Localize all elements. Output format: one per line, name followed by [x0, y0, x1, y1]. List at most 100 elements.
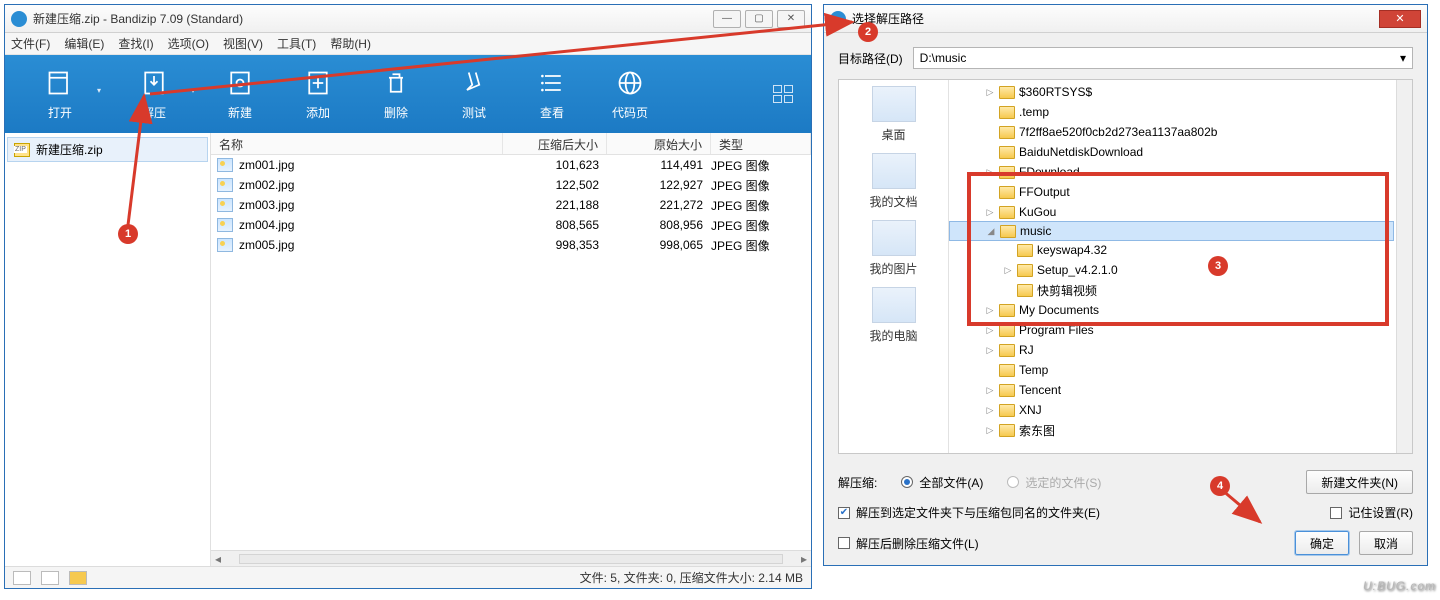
dialog-titlebar[interactable]: 选择解压路径 ✕	[824, 5, 1427, 33]
tree-node[interactable]: ◢music	[949, 221, 1394, 241]
tree-node[interactable]: keyswap4.32	[949, 240, 1412, 260]
folder-tree[interactable]: ▷$360RTSYS$.temp7f2ff8ae520f0cb2d273ea11…	[949, 80, 1412, 453]
check-delete-after[interactable]: 解压后删除压缩文件(L)	[838, 535, 979, 552]
table-row[interactable]: zm002.jpg122,502122,927JPEG 图像	[211, 175, 811, 195]
zip-icon	[14, 143, 30, 157]
close-button[interactable]: ✕	[777, 10, 805, 28]
expand-icon[interactable]: ▷	[985, 87, 995, 98]
new-folder-button[interactable]: 新建文件夹(N)	[1306, 470, 1413, 494]
folder-icon	[999, 384, 1015, 397]
folder-icon	[999, 126, 1015, 139]
check-remember[interactable]: 记住设置(R)	[1330, 504, 1413, 521]
new-button[interactable]: 新建	[201, 68, 279, 121]
menu-help[interactable]: 帮助(H)	[330, 35, 371, 52]
expand-icon[interactable]: ▷	[985, 425, 995, 436]
tree-node[interactable]: ▷Setup_v4.2.1.0	[949, 260, 1412, 280]
folder-icon	[999, 344, 1015, 357]
tree-node[interactable]: FFOutput	[949, 182, 1412, 202]
table-row[interactable]: zm003.jpg221,188221,272JPEG 图像	[211, 195, 811, 215]
menu-file[interactable]: 文件(F)	[11, 35, 50, 52]
status-icon[interactable]	[41, 571, 59, 585]
check-same-name-folder[interactable]: ✔解压到选定文件夹下与压缩包同名的文件夹(E)	[838, 504, 1100, 521]
horizontal-scrollbar[interactable]: ◂▸	[211, 550, 811, 566]
table-row[interactable]: zm001.jpg101,623114,491JPEG 图像	[211, 155, 811, 175]
status-icon[interactable]	[13, 571, 31, 585]
tree-node[interactable]: ▷My Documents	[949, 300, 1412, 320]
expand-icon[interactable]: ▷	[985, 207, 995, 218]
menu-options[interactable]: 选项(O)	[168, 35, 209, 52]
documents-icon	[872, 153, 916, 189]
view-button[interactable]: 查看	[513, 68, 591, 121]
table-row[interactable]: zm005.jpg998,353998,065JPEG 图像	[211, 235, 811, 255]
test-button[interactable]: 测试	[435, 68, 513, 121]
menu-find[interactable]: 查找(I)	[118, 35, 153, 52]
radio-all-files[interactable]: 全部文件(A)	[901, 474, 983, 491]
expand-icon[interactable]: ▷	[985, 405, 995, 416]
cancel-button[interactable]: 取消	[1359, 531, 1413, 555]
tree-node[interactable]: ▷KuGou	[949, 202, 1412, 222]
expand-icon[interactable]: ▷	[985, 305, 995, 316]
delete-button[interactable]: 删除	[357, 68, 435, 121]
folder-icon	[999, 106, 1015, 119]
computer-icon	[872, 287, 916, 323]
tree-node[interactable]: 7f2ff8ae520f0cb2d273ea1137aa802b	[949, 122, 1412, 142]
app-icon	[11, 11, 27, 27]
open-button[interactable]: ▾ 打开	[13, 68, 107, 121]
expand-icon[interactable]: ▷	[985, 325, 995, 336]
col-original[interactable]: 原始大小	[607, 133, 711, 154]
target-path-combo[interactable]: D:\music ▾	[913, 47, 1413, 69]
minimize-button[interactable]: —	[713, 10, 741, 28]
col-compressed[interactable]: 压缩后大小	[503, 133, 607, 154]
expand-icon[interactable]: ◢	[986, 226, 996, 237]
layout-toggle-button[interactable]	[763, 85, 803, 103]
statusbar: 文件: 5, 文件夹: 0, 压缩文件大小: 2.14 MB	[5, 566, 811, 588]
place-pictures[interactable]: 我的图片	[839, 220, 948, 277]
folder-icon	[999, 424, 1015, 437]
add-button[interactable]: 添加	[279, 68, 357, 121]
expand-icon[interactable]: ▷	[1003, 265, 1013, 276]
place-documents[interactable]: 我的文档	[839, 153, 948, 210]
dialog-close-button[interactable]: ✕	[1379, 10, 1421, 28]
tree-node[interactable]: ▷Tencent	[949, 380, 1412, 400]
maximize-button[interactable]: ▢	[745, 10, 773, 28]
annotation-badge-2: 2	[858, 22, 878, 42]
open-icon	[46, 68, 74, 98]
tree-node[interactable]: ▷索东图	[949, 420, 1412, 440]
tree-node[interactable]: ▷XNJ	[949, 400, 1412, 420]
place-computer[interactable]: 我的电脑	[839, 287, 948, 344]
table-row[interactable]: zm004.jpg808,565808,956JPEG 图像	[211, 215, 811, 235]
extract-label: 解压缩:	[838, 474, 877, 491]
window-title: 新建压缩.zip - Bandizip 7.09 (Standard)	[33, 10, 713, 27]
tree-node[interactable]: ▷RJ	[949, 340, 1412, 360]
menu-view[interactable]: 视图(V)	[223, 35, 263, 52]
radio-selected-files: 选定的文件(S)	[1007, 474, 1101, 491]
archive-tree[interactable]: 新建压缩.zip	[5, 133, 211, 566]
menu-edit[interactable]: 编辑(E)	[64, 35, 104, 52]
col-name[interactable]: 名称	[211, 133, 503, 154]
folder-icon	[999, 206, 1015, 219]
file-list: 名称 压缩后大小 原始大小 类型 zm001.jpg101,623114,491…	[211, 133, 811, 566]
tree-node[interactable]: ▷$360RTSYS$	[949, 82, 1412, 102]
desktop-icon	[872, 86, 916, 122]
tree-node[interactable]: ▷Program Files	[949, 320, 1412, 340]
extract-button[interactable]: ▾ 解压	[107, 68, 201, 121]
column-headers[interactable]: 名称 压缩后大小 原始大小 类型	[211, 133, 811, 155]
tree-node[interactable]: Temp	[949, 360, 1412, 380]
expand-icon[interactable]: ▷	[985, 167, 995, 178]
expand-icon[interactable]: ▷	[985, 385, 995, 396]
col-type[interactable]: 类型	[711, 133, 811, 154]
codepage-button[interactable]: 代码页	[591, 68, 669, 121]
status-icon[interactable]	[69, 571, 87, 585]
titlebar[interactable]: 新建压缩.zip - Bandizip 7.09 (Standard) — ▢ …	[5, 5, 811, 33]
ok-button[interactable]: 确定	[1295, 531, 1349, 555]
tree-root-item[interactable]: 新建压缩.zip	[7, 137, 208, 162]
menu-tools[interactable]: 工具(T)	[277, 35, 316, 52]
tree-node[interactable]: 快剪辑视频	[949, 280, 1412, 300]
place-desktop[interactable]: 桌面	[839, 86, 948, 143]
tree-node[interactable]: ▷FDownload	[949, 162, 1412, 182]
tree-node[interactable]: .temp	[949, 102, 1412, 122]
vertical-scrollbar[interactable]	[1396, 80, 1412, 453]
expand-icon[interactable]: ▷	[985, 345, 995, 356]
tree-node[interactable]: BaiduNetdiskDownload	[949, 142, 1412, 162]
image-icon	[217, 158, 233, 172]
